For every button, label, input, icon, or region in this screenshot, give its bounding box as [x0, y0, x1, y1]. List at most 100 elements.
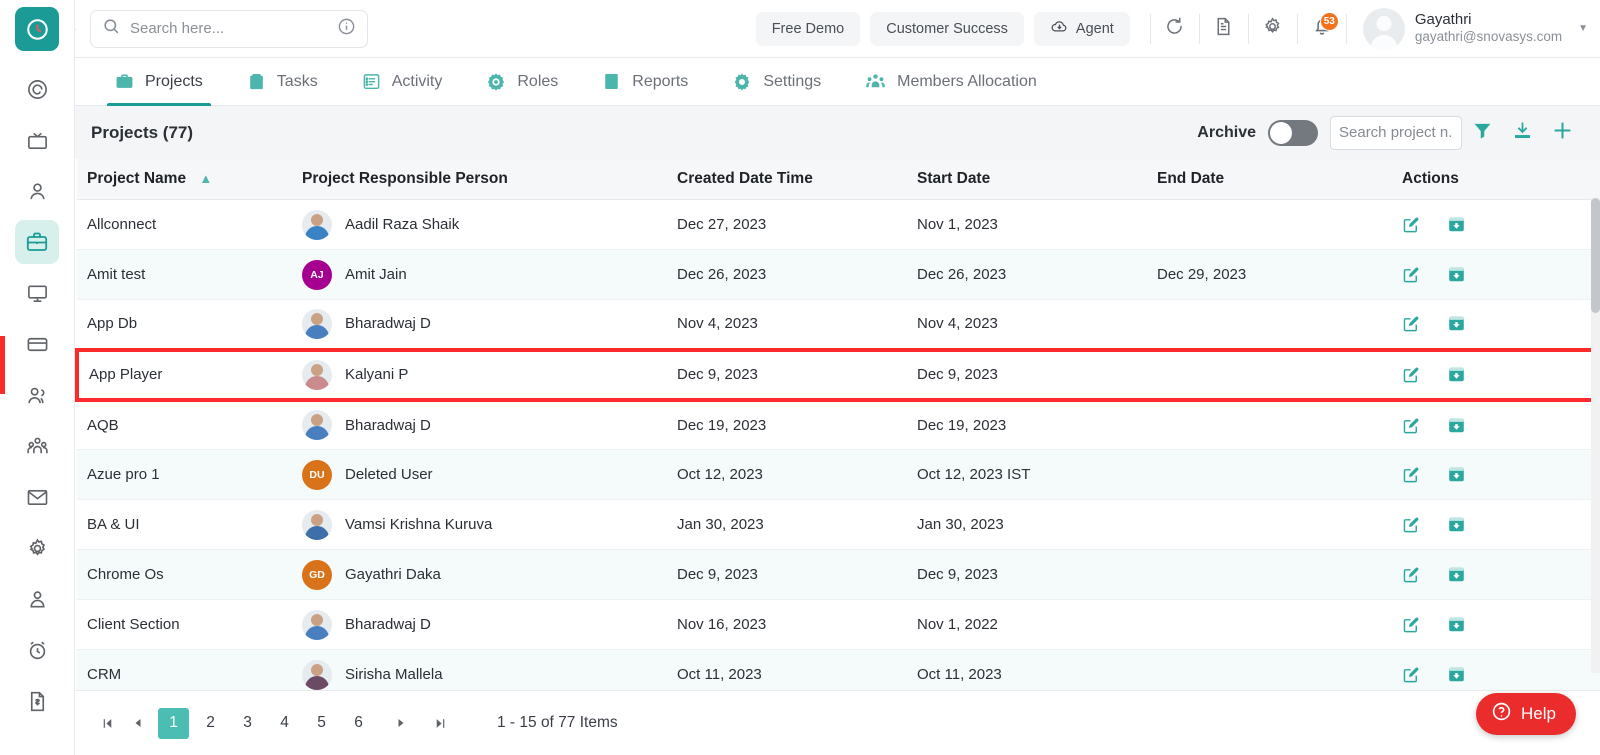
- refresh-button[interactable]: [1155, 9, 1195, 49]
- table-row[interactable]: Client Section Bharadwaj D Nov 16, 2023 Nov…: [77, 599, 1600, 650]
- edit-icon[interactable]: [1402, 515, 1421, 534]
- sidebar-item-monitor[interactable]: [15, 271, 59, 315]
- column-header-project-name[interactable]: Project Name ▲: [77, 159, 292, 200]
- archive-box-icon[interactable]: [1447, 416, 1466, 435]
- cell-project-name[interactable]: BA & UI: [77, 499, 292, 550]
- app-logo[interactable]: [15, 7, 59, 51]
- archive-box-icon[interactable]: [1447, 365, 1466, 384]
- sidebar-item-target-spiral[interactable]: [15, 67, 59, 111]
- sidebar-item-teams[interactable]: [15, 424, 59, 468]
- cell-project-name[interactable]: App Db: [77, 299, 292, 350]
- table-row[interactable]: Allconnect Aadil Raza Shaik Dec 27, 2023 No…: [77, 199, 1600, 250]
- people-team-icon: [26, 435, 49, 458]
- edit-icon[interactable]: [1402, 265, 1421, 284]
- add-project-button[interactable]: [1542, 113, 1582, 153]
- column-header-responsible-person[interactable]: Project Responsible Person: [292, 159, 667, 200]
- archive-box-icon[interactable]: [1447, 665, 1466, 684]
- project-search-input[interactable]: [1330, 115, 1462, 150]
- prev-page-button[interactable]: [124, 709, 152, 737]
- sidebar-item-settings[interactable]: [15, 526, 59, 570]
- table-row[interactable]: Amit test AJ Amit Jain Dec 26, 2023 Dec 26, …: [77, 249, 1600, 300]
- sidebar-item-timer[interactable]: [15, 628, 59, 672]
- tab-reports[interactable]: Reports: [580, 58, 710, 105]
- archive-box-icon[interactable]: [1447, 314, 1466, 333]
- documents-button[interactable]: [1204, 9, 1244, 49]
- archive-box-icon[interactable]: [1447, 265, 1466, 284]
- table-scrollbar[interactable]: [1591, 198, 1600, 673]
- divider-4: [1296, 13, 1298, 44]
- column-header-created-date[interactable]: Created Date Time: [667, 159, 907, 200]
- tab-settings[interactable]: Settings: [710, 58, 843, 105]
- search-input[interactable]: [129, 20, 337, 37]
- edit-icon[interactable]: [1402, 565, 1421, 584]
- sidebar-item-person[interactable]: [15, 169, 59, 213]
- archive-box-icon[interactable]: [1447, 615, 1466, 634]
- table-row[interactable]: App Db Bharadwaj D Nov 4, 2023 Nov 4, 2023: [77, 299, 1600, 350]
- edit-icon[interactable]: [1402, 215, 1421, 234]
- column-header-end-date[interactable]: End Date: [1147, 159, 1402, 200]
- chevron-down-icon[interactable]: ▼: [1578, 23, 1588, 34]
- free-demo-button[interactable]: Free Demo: [755, 11, 861, 46]
- cell-project-name[interactable]: Client Section: [77, 599, 292, 650]
- cell-project-name[interactable]: CRM: [77, 649, 292, 690]
- notifications-button[interactable]: 53: [1302, 9, 1342, 49]
- arrow-up-icon[interactable]: ▲: [199, 171, 212, 186]
- cell-project-name[interactable]: App Player: [75, 347, 292, 402]
- edit-icon[interactable]: [1402, 365, 1421, 384]
- customer-success-button[interactable]: Customer Success: [870, 11, 1024, 46]
- sidebar-item-billing[interactable]: [15, 322, 59, 366]
- archive-toggle[interactable]: [1268, 119, 1318, 146]
- edit-icon[interactable]: [1402, 665, 1421, 684]
- last-page-button[interactable]: [426, 709, 454, 737]
- next-page-button[interactable]: [387, 709, 415, 737]
- cell-project-name[interactable]: AQB: [77, 399, 292, 450]
- table-row[interactable]: AQB Bharadwaj D Dec 19, 2023 Dec 19, 2023: [77, 399, 1600, 450]
- cell-project-name[interactable]: Chrome Os: [77, 549, 292, 600]
- table-row[interactable]: BA & UI Vamsi Krishna Kuruva Jan 30, 2023 J…: [77, 499, 1600, 550]
- user-menu[interactable]: Gayathri gayathri@snovasys.com: [1351, 7, 1568, 50]
- cell-project-name[interactable]: Allconnect: [77, 199, 292, 250]
- page-number-6[interactable]: 6: [343, 708, 374, 739]
- first-page-button[interactable]: [93, 709, 121, 737]
- archive-box-icon[interactable]: [1447, 465, 1466, 484]
- archive-box-icon[interactable]: [1447, 215, 1466, 234]
- table-row[interactable]: Chrome Os GD Gayathri Daka Dec 9, 2023 Dec 9…: [77, 549, 1600, 600]
- table-row[interactable]: Azue pro 1 DU Deleted User Oct 12, 2023 Oct …: [77, 449, 1600, 500]
- table-row[interactable]: CRM Sirisha Mallela Oct 11, 2023 Oct 11, 20…: [77, 649, 1600, 690]
- sidebar-item-mail[interactable]: [15, 475, 59, 519]
- sidebar-item-projects[interactable]: [15, 220, 59, 264]
- filter-button[interactable]: [1462, 113, 1502, 153]
- cell-project-name[interactable]: Azue pro 1: [77, 449, 292, 500]
- page-number-4[interactable]: 4: [269, 708, 300, 739]
- global-search[interactable]: [89, 9, 368, 48]
- sidebar-item-users[interactable]: [15, 373, 59, 417]
- tab-roles[interactable]: Roles: [464, 58, 580, 105]
- page-number-1[interactable]: 1: [158, 707, 189, 739]
- column-header-start-date[interactable]: Start Date: [907, 159, 1147, 200]
- page-number-5[interactable]: 5: [306, 708, 337, 739]
- archive-box-icon[interactable]: [1447, 515, 1466, 534]
- tab-tasks[interactable]: Tasks: [225, 58, 340, 105]
- tab-projects[interactable]: Projects: [93, 58, 225, 106]
- edit-icon[interactable]: [1402, 416, 1421, 435]
- agent-button[interactable]: Agent: [1033, 11, 1130, 46]
- avatar: [302, 609, 332, 640]
- tab-activity[interactable]: Activity: [340, 58, 465, 105]
- sidebar-item-invoices[interactable]: [15, 679, 59, 723]
- edit-icon[interactable]: [1402, 465, 1421, 484]
- info-icon[interactable]: [337, 17, 356, 41]
- scrollbar-thumb[interactable]: [1591, 198, 1600, 313]
- page-number-3[interactable]: 3: [232, 708, 263, 739]
- sidebar-item-profile[interactable]: [15, 577, 59, 621]
- tab-members-allocation[interactable]: Members Allocation: [843, 58, 1059, 105]
- settings-button[interactable]: [1253, 9, 1293, 49]
- edit-icon[interactable]: [1402, 314, 1421, 333]
- page-number-2[interactable]: 2: [195, 708, 226, 739]
- sidebar-item-tv[interactable]: [15, 118, 59, 162]
- archive-box-icon[interactable]: [1447, 565, 1466, 584]
- edit-icon[interactable]: [1402, 615, 1421, 634]
- download-button[interactable]: [1502, 113, 1542, 153]
- cell-project-name[interactable]: Amit test: [77, 249, 292, 300]
- table-row[interactable]: App Player Kalyani P Dec 9, 2023 Dec 9, 202…: [75, 347, 1600, 402]
- help-button[interactable]: Help: [1476, 693, 1576, 735]
